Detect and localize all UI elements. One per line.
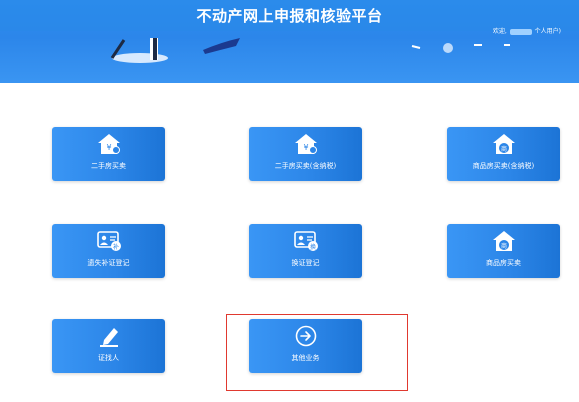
svg-text:补: 补 [112,243,118,251]
tile-commercial-house-sale-tax[interactable]: 商 商品房买卖(含纳税) [447,127,560,181]
tile-label: 换证登记 [291,259,320,267]
svg-text:¥: ¥ [106,143,111,152]
certificate-replace-icon: 补 [52,230,165,252]
tile-lost-certificate-replacement[interactable]: 补 遗失补证登记 [52,224,165,278]
house-shop-icon: 商 [447,133,560,155]
house-shop-icon: 商 [447,230,560,252]
tile-label: 商品房买卖(含纳税) [472,162,535,170]
tile-certificate-finder[interactable]: 证找人 [52,319,165,373]
tile-label: 二手房买卖 [91,162,126,170]
tile-label: 遗失补证登记 [87,259,130,267]
page-title: 不动产网上申报和核验平台 [196,7,383,25]
tile-label: 二手房买卖(含纳税) [274,162,337,170]
svg-text:商: 商 [500,145,506,153]
tile-second-hand-house-sale-tax[interactable]: ¥ 二手房买卖(含纳税) [249,127,362,181]
tile-label: 证找人 [98,354,119,362]
tile-second-hand-house-sale[interactable]: ¥ 二手房买卖 [52,127,165,181]
header-banner: 不动产网上申报和核验平台 欢迎, 个人用户) [0,0,579,83]
svg-text:商: 商 [500,242,506,250]
house-yen-icon: ¥ [52,133,165,155]
tile-certificate-exchange[interactable]: 换 换证登记 [249,224,362,278]
house-yen-icon: ¥ [249,133,362,155]
selection-highlight [226,314,408,391]
pen-edit-icon [52,325,165,347]
svg-text:换: 换 [309,243,315,251]
tile-commercial-house-sale[interactable]: 商 商品房买卖 [447,224,560,278]
svg-text:¥: ¥ [303,143,308,152]
tile-label: 商品房买卖 [486,259,521,267]
banner-illustration [110,38,510,63]
certificate-exchange-icon: 换 [249,230,362,252]
